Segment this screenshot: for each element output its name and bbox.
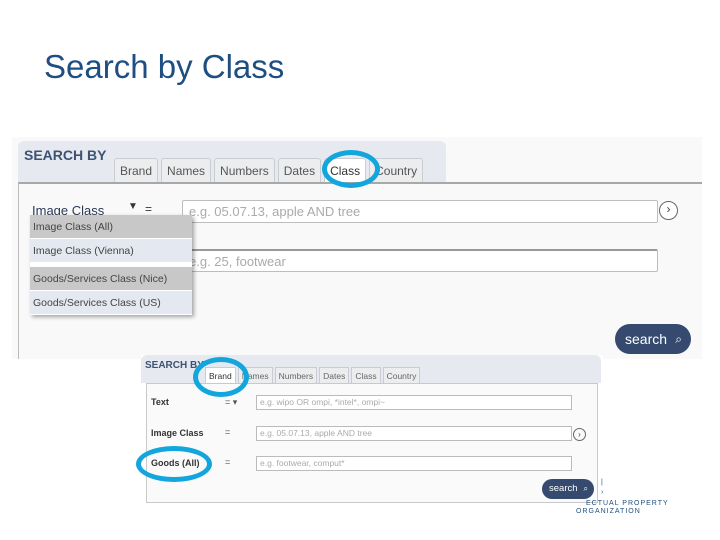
goods-query-input[interactable]: e.g. footwear, comput* [256, 456, 572, 471]
tab-dates[interactable]: Dates [319, 367, 350, 384]
row-label-goods[interactable]: Goods (All) [151, 458, 200, 468]
search-by-label: SEARCH BY [145, 360, 204, 371]
org-name-line2: ORGANIZATION [576, 508, 641, 515]
operator: = [225, 457, 231, 467]
slide-title: Search by Class [44, 48, 285, 85]
chevron-right-icon[interactable]: › [573, 428, 586, 441]
image-class-input[interactable]: e.g. 05.07.13, apple AND tree [256, 426, 572, 441]
tab-numbers[interactable]: Numbers [214, 158, 275, 184]
logo-fragment: › [601, 489, 604, 496]
search-tabs: Brand Names Numbers Dates Class Country [205, 367, 421, 384]
tab-names[interactable]: Names [161, 158, 212, 184]
search-tabs: Brand Names Numbers Dates Class Country [114, 158, 424, 184]
search-button[interactable]: search ⌕ [542, 479, 594, 499]
tab-names[interactable]: Names [237, 367, 273, 384]
operator: = [225, 427, 231, 437]
tab-class[interactable]: Class [324, 158, 367, 184]
chevron-right-icon[interactable]: › [659, 201, 678, 220]
field-dropdown: Image Class (All) Image Class (Vienna) G… [30, 215, 192, 315]
row-label-image-class: Image Class [151, 428, 204, 438]
tab-brand[interactable]: Brand [205, 367, 236, 384]
tab-dates[interactable]: Dates [277, 158, 322, 184]
dropdown-option[interactable]: Goods/Services Class (US) [30, 291, 192, 315]
tab-country[interactable]: Country [382, 367, 421, 384]
dropdown-option[interactable]: Goods/Services Class (Nice) [30, 267, 192, 291]
row-label-text: Text [151, 397, 169, 407]
class-query-input[interactable]: e.g. 05.07.13, apple AND tree [182, 200, 658, 223]
dropdown-option[interactable]: Image Class (Vienna) [30, 239, 192, 263]
search-icon: ⌕ [583, 484, 588, 493]
class-search-screenshot: SEARCH BY Brand Names Numbers Dates Clas… [12, 137, 702, 359]
search-button[interactable]: search ⌕ [615, 324, 691, 354]
search-button-label: search [549, 483, 578, 494]
search-button-label: search [625, 331, 668, 347]
search-icon: ⌕ [675, 332, 682, 346]
text-query-input[interactable]: e.g. wipo OR ompi, *intel*, ompi~ [256, 395, 572, 410]
dropdown-option[interactable]: Image Class (All) [30, 215, 192, 239]
tab-brand[interactable]: Brand [114, 158, 159, 184]
brand-search-screenshot: SEARCH BY Brand Names Numbers Dates Clas… [141, 355, 603, 505]
caret-down-icon[interactable]: ▼ [128, 201, 138, 212]
tab-country[interactable]: Country [369, 158, 424, 184]
operator: = [145, 202, 153, 216]
logo-fragment: | [601, 479, 603, 486]
operator-select[interactable]: = ▾ [225, 397, 237, 408]
org-name-line1: ECTUAL PROPERTY [586, 500, 669, 507]
tab-numbers[interactable]: Numbers [274, 367, 318, 384]
tab-class[interactable]: Class [351, 367, 381, 384]
goods-query-input[interactable]: e.g. 25, footwear [182, 249, 658, 272]
search-by-label: SEARCH BY [24, 147, 107, 163]
